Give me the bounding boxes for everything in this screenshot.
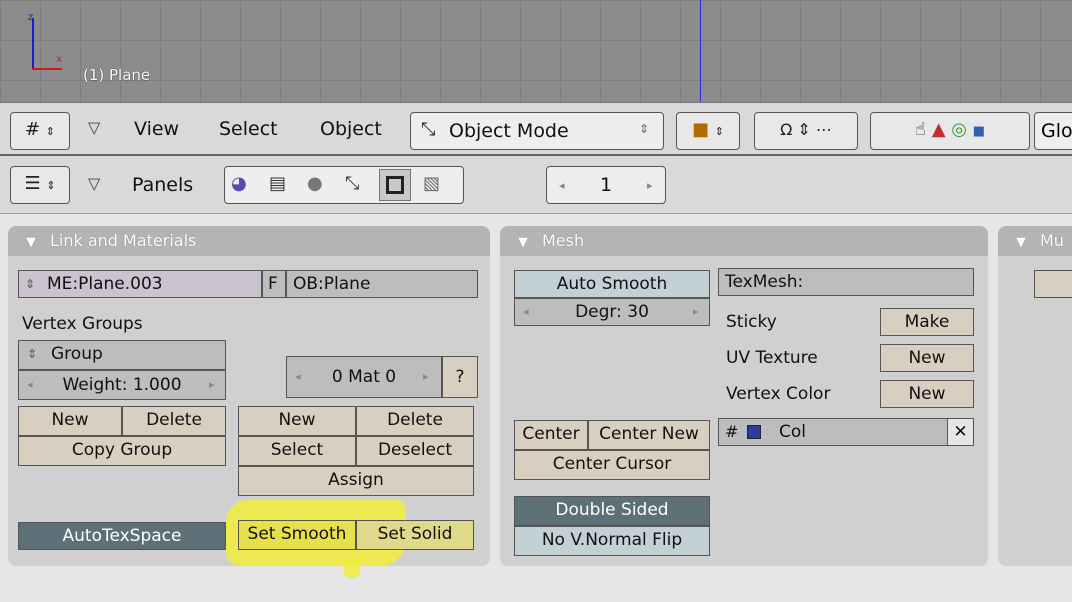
weight-value: Weight: 1.000 [62,375,182,395]
set-smooth-button[interactable]: Set Smooth [238,520,356,550]
material-select-button[interactable]: Select [238,436,356,466]
frame-number-value: 1 [599,174,613,196]
material-assign-button[interactable]: Assign [238,466,474,496]
texmesh-field[interactable]: TexMesh: [718,268,974,296]
center-new-button[interactable]: Center New [588,420,710,450]
double-sided-toggle[interactable]: Double Sided [514,496,710,526]
mesh-name: ME:Plane.003 [47,274,163,294]
delete-layer-icon[interactable]: ✕ [947,419,973,445]
uv-texture-label: UV Texture [726,348,818,368]
browse-icon-2[interactable]: ⇕ [27,341,37,367]
frame-number-field[interactable]: ◂ 1 ▸ [546,166,666,204]
autotexspace-toggle[interactable]: AutoTexSpace [18,522,226,550]
material-deselect-button[interactable]: Deselect [356,436,474,466]
auto-smooth-toggle[interactable]: Auto Smooth [514,270,710,298]
menu-view[interactable]: View [134,118,179,140]
active-layer-icon[interactable] [747,425,761,439]
object-mode-icon: ⤡ [421,119,436,140]
mode-dropdown[interactable]: ⤡ Object Mode ⇕ [410,112,664,150]
partial-panel-button[interactable] [1034,270,1072,298]
menu-select[interactable]: Select [219,118,278,140]
vgroup-new-button[interactable]: New [18,406,122,436]
mode-label: Object Mode [449,120,569,142]
vertex-groups-label: Vertex Groups [22,314,143,334]
menu-object[interactable]: Object [320,118,382,140]
translate-icon[interactable]: ▲ [932,119,946,140]
panel-title-partial: Mu [1040,231,1064,250]
scene-context-icon[interactable]: ▧ [423,173,440,194]
vertex-color-layer-name: Col [779,422,806,442]
copy-group-button[interactable]: Copy Group [18,436,226,466]
transform-manipulator-group[interactable]: ☝ ▲ ◎ ■ [870,112,1030,150]
sticky-make-button[interactable]: Make [880,308,974,336]
vertex-color-new-button[interactable]: New [880,380,974,408]
shading-context-icon[interactable]: ● [307,173,323,194]
header-collapse-icon-2[interactable]: ▽ [88,174,100,193]
orientation-dropdown[interactable]: Glo [1034,112,1072,150]
scale-icon[interactable]: ■ [973,124,985,139]
panel-header-partial[interactable]: ▼ Mu [998,226,1072,256]
editor-type-grid-icon[interactable]: # ⇕ [10,112,70,150]
fake-user-button[interactable]: F [262,270,286,298]
draw-type-icon[interactable]: ■ ⇕ [676,112,740,150]
degr-value: Degr: 30 [575,302,649,322]
sticky-label: Sticky [726,312,777,332]
no-normal-flip-toggle[interactable]: No V.Normal Flip [514,526,710,556]
material-index-field[interactable]: ◂ 0 Mat 0 ▸ [286,356,442,398]
mesh-datablock-field[interactable]: ⇕ ME:Plane.003 [18,270,262,298]
material-new-button[interactable]: New [238,406,356,436]
panel-header[interactable]: ▼ Link and Materials [8,226,490,256]
object-name-field[interactable]: OB:Plane [286,270,478,298]
vertex-color-layer[interactable]: # Col ✕ [718,418,974,446]
viewport-object-label: (1) Plane [83,66,151,84]
collapse-triangle-icon-mesh[interactable]: ▼ [518,235,528,250]
z-axis-label: z [28,12,34,23]
set-solid-button[interactable]: Set Solid [356,520,474,550]
viewport-axis-line [700,0,701,102]
x-axis [32,68,62,70]
uv-texture-new-button[interactable]: New [880,344,974,372]
collapse-triangle-icon-partial[interactable]: ▼ [1016,235,1026,250]
panel-title: Link and Materials [50,231,197,250]
dropdown-arrows-icon: ⇕ [639,122,650,136]
z-axis [32,18,34,70]
panel-title-mesh: Mesh [542,231,585,250]
weight-field[interactable]: ◂ Weight: 1.000 ▸ [18,370,226,400]
collapse-triangle-icon[interactable]: ▼ [26,235,36,250]
editing-context-icon[interactable] [379,169,411,201]
vertex-group-name: Group [51,344,103,364]
material-index-value: 0 Mat 0 [331,367,397,387]
grid-layer-icon: # [725,422,739,441]
highlight-marker-drip [344,560,360,578]
x-axis-label: x [56,54,62,65]
vertex-color-label: Vertex Color [726,384,831,404]
object-context-icon[interactable]: ⤡ [345,173,359,194]
rotate-icon[interactable]: ◎ [951,119,967,140]
script-context-icon[interactable]: ▤ [269,173,286,194]
vertex-group-field[interactable]: ⇕ Group [18,340,226,370]
pivot-point-icon[interactable]: Ω ⇕ ⋯ [754,112,858,150]
context-buttons: ◕ ▤ ● ⤡ ▧ [224,166,464,204]
vgroup-delete-button[interactable]: Delete [122,406,226,436]
logic-context-icon[interactable]: ◕ [231,173,247,194]
center-button[interactable]: Center [514,420,588,450]
panel-header-mesh[interactable]: ▼ Mesh [500,226,988,256]
material-help-button[interactable]: ? [442,356,478,398]
3d-viewport[interactable] [0,0,1072,102]
center-cursor-button[interactable]: Center Cursor [514,450,710,480]
browse-icon[interactable]: ⇕ [25,271,35,297]
panels-label: Panels [132,174,194,196]
degr-field[interactable]: ◂ Degr: 30 ▸ [514,298,710,326]
header-collapse-icon[interactable]: ▽ [88,118,100,137]
editor-type-buttons-icon[interactable]: ☰ ⇕ [10,166,70,204]
hand-icon[interactable]: ☝ [915,119,926,140]
material-delete-button[interactable]: Delete [356,406,474,436]
